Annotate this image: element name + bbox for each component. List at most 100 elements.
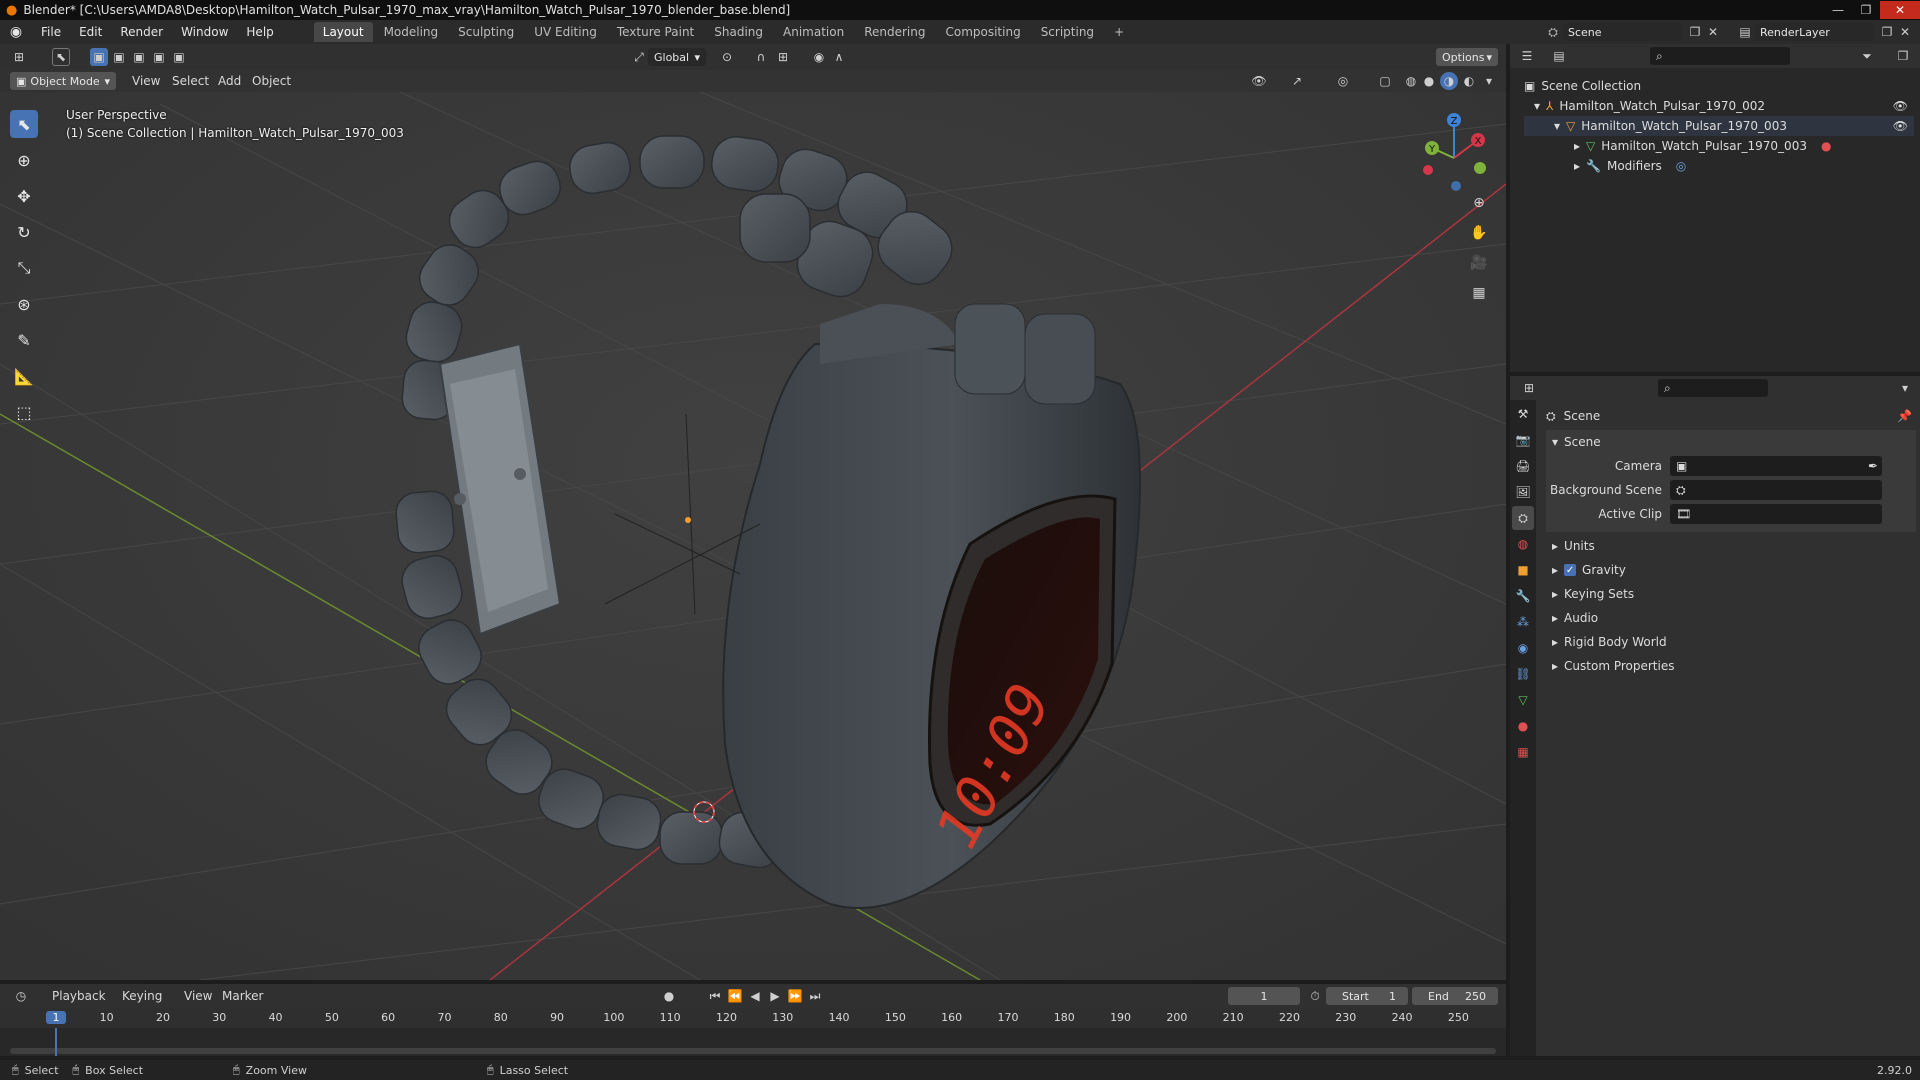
rotate-tool[interactable]: ↻ [10, 218, 38, 246]
menu-file[interactable]: File [32, 25, 70, 39]
display-mode-icon[interactable]: ▤ [1550, 47, 1568, 65]
tab-compositing[interactable]: Compositing [936, 22, 1029, 42]
playhead-line[interactable] [55, 1028, 57, 1056]
next-keyframe-icon[interactable]: ⏩ [786, 987, 804, 1005]
jump-end-icon[interactable]: ⏭ [806, 987, 824, 1005]
menu-edit[interactable]: Edit [70, 25, 111, 39]
tab-animation[interactable]: Animation [774, 22, 853, 42]
visibility-icon[interactable]: 👁 [1250, 72, 1268, 90]
move-tool[interactable]: ✥ [10, 182, 38, 210]
scene-selector[interactable]: Scene [1562, 23, 1682, 41]
shading-options-icon[interactable]: ▾ [1480, 72, 1498, 90]
tab-tool[interactable]: ⚒ [1512, 402, 1534, 426]
3d-viewport[interactable]: 10:09 ⊞ ⬉ ▣ ▣ ▣ ▣ ▣ ⤢ Global ▾ ⊙ ∩ ⊞ ◉ ∧ … [0, 44, 1506, 980]
record-icon[interactable]: ● [660, 987, 678, 1005]
gizmo-neg-z-handle[interactable] [1451, 181, 1461, 191]
tab-texture[interactable]: ▦ [1512, 740, 1534, 764]
tree-row-object-003[interactable]: ▾ ▽ Hamilton_Watch_Pulsar_1970_003 👁 [1524, 116, 1914, 136]
pin-icon[interactable]: 📌 [1897, 409, 1912, 423]
play-icon[interactable]: ▶ [766, 987, 784, 1005]
options-dropdown[interactable]: Options ▾ [1436, 48, 1498, 66]
tab-shading[interactable]: Shading [705, 22, 772, 42]
tab-material[interactable]: ● [1512, 714, 1534, 738]
camera-view-icon[interactable]: 🎥 [1470, 254, 1488, 272]
tab-modifiers[interactable]: 🔧 [1512, 584, 1534, 608]
tab-sculpting[interactable]: Sculpting [449, 22, 523, 42]
tab-uv-editing[interactable]: UV Editing [525, 22, 606, 42]
shading-solid-icon[interactable]: ● [1420, 72, 1438, 90]
select-box-tool[interactable]: ⬉ [10, 110, 38, 138]
start-frame-field[interactable]: Start 1 [1326, 987, 1408, 1005]
add-workspace-button[interactable]: + [1105, 22, 1133, 42]
play-reverse-icon[interactable]: ◀ [746, 987, 764, 1005]
hand-pan-icon[interactable]: ✋ [1470, 224, 1488, 242]
falloff-icon[interactable]: ∧ [830, 48, 848, 66]
tree-row-collection-002[interactable]: ▾ ⅄ Hamilton_Watch_Pulsar_1970_002 👁 [1524, 96, 1914, 116]
tab-rendering[interactable]: Rendering [855, 22, 934, 42]
timeline-editor-icon[interactable]: ◷ [12, 987, 30, 1005]
shading-wireframe-icon[interactable]: ◍ [1402, 72, 1420, 90]
scale-tool[interactable]: ⤡ [10, 254, 38, 282]
transform-tool[interactable]: ⊛ [10, 290, 38, 318]
playhead-frame-label[interactable]: 1 [46, 1011, 66, 1024]
pivot-point-icon[interactable]: ⊙ [718, 48, 736, 66]
grid-ortho-icon[interactable]: ▦ [1470, 284, 1488, 302]
panel-keying-sets-header[interactable]: ▸ Keying Sets [1546, 582, 1916, 606]
outliner-editor-icon[interactable]: ☰ [1518, 47, 1536, 65]
measure-tool[interactable]: 📐 [10, 362, 38, 390]
tab-object[interactable]: ■ [1512, 558, 1534, 582]
clock-icon[interactable]: ⏱ [1306, 987, 1324, 1005]
eyedropper-icon[interactable]: ✒ [1868, 459, 1878, 473]
xray-icon[interactable]: ▢ [1376, 72, 1394, 90]
menu-render[interactable]: Render [111, 25, 172, 39]
delete-layer-icon[interactable]: ✕ [1896, 23, 1914, 41]
mode-difference-icon[interactable]: ▣ [150, 48, 168, 66]
mode-new-icon[interactable]: ▣ [90, 48, 108, 66]
gravity-checkbox[interactable]: ✓ [1564, 564, 1577, 576]
zoom-icon[interactable]: ⊕ [1470, 194, 1488, 212]
panel-audio-header[interactable]: ▸ Audio [1546, 606, 1916, 630]
timeline-menu-keying[interactable]: Keying [122, 989, 162, 1003]
camera-field[interactable]: ▣ ✒ [1670, 456, 1882, 476]
active-clip-field[interactable]: 🎞 [1670, 504, 1882, 524]
outliner-search-input[interactable]: ⌕ [1650, 47, 1790, 65]
mode-extend-icon[interactable]: ▣ [110, 48, 128, 66]
shading-material-icon[interactable]: ◑ [1440, 72, 1458, 90]
eye-visibility-icon[interactable]: 👁 [1893, 99, 1908, 113]
timeline-menu-playback[interactable]: Playback [52, 989, 106, 1003]
tree-row-scene-collection[interactable]: ▣ Scene Collection [1524, 76, 1914, 96]
panel-units-header[interactable]: ▸ Units [1546, 534, 1916, 558]
viewport-menu-object[interactable]: Object [252, 74, 291, 88]
background-scene-field[interactable]: ⛭ [1670, 480, 1882, 500]
mode-subtract-icon[interactable]: ▣ [130, 48, 148, 66]
tab-particles[interactable]: ⁂ [1512, 610, 1534, 634]
jump-start-icon[interactable]: ⏮ [706, 987, 724, 1005]
new-scene-icon[interactable]: ❐ [1686, 23, 1704, 41]
tab-world[interactable]: ◍ [1512, 532, 1534, 556]
collapse-arrow-icon[interactable]: ▸ [1574, 159, 1580, 173]
tree-row-mesh-data[interactable]: ▸ ▽ Hamilton_Watch_Pulsar_1970_003 ● [1524, 136, 1914, 156]
viewport-menu-add[interactable]: Add [218, 74, 241, 88]
proportional-edit-icon[interactable]: ◉ [810, 48, 828, 66]
annotate-tool[interactable]: ✎ [10, 326, 38, 354]
render-layer-selector[interactable]: RenderLayer [1754, 23, 1874, 41]
panel-scene-header[interactable]: ▾ Scene [1546, 430, 1916, 454]
eye-visibility-icon[interactable]: 👁 [1893, 119, 1908, 133]
minimize-button[interactable]: — [1824, 1, 1852, 19]
expand-arrow-icon[interactable]: ▾ [1534, 99, 1540, 113]
menu-help[interactable]: Help [237, 25, 282, 39]
add-cube-tool[interactable]: ⬚ [10, 398, 38, 426]
panel-rigid-body-world-header[interactable]: ▸ Rigid Body World [1546, 630, 1916, 654]
tab-view-layer[interactable]: 🖼 [1512, 480, 1534, 504]
panel-gravity-header[interactable]: ▸ ✓ Gravity [1546, 558, 1916, 582]
cursor-tool[interactable]: ⊕ [10, 146, 38, 174]
end-frame-field[interactable]: End 250 [1412, 987, 1498, 1005]
tab-scripting[interactable]: Scripting [1032, 22, 1103, 42]
tab-physics[interactable]: ◉ [1512, 636, 1534, 660]
close-button[interactable]: ✕ [1880, 1, 1920, 19]
properties-search-input[interactable]: ⌕ [1658, 379, 1768, 397]
current-frame-field[interactable]: 1 [1228, 987, 1300, 1005]
new-layer-icon[interactable]: ❐ [1878, 23, 1896, 41]
gizmo-neg-x-handle[interactable] [1423, 165, 1433, 175]
collapse-arrow-icon[interactable]: ▸ [1574, 139, 1580, 153]
